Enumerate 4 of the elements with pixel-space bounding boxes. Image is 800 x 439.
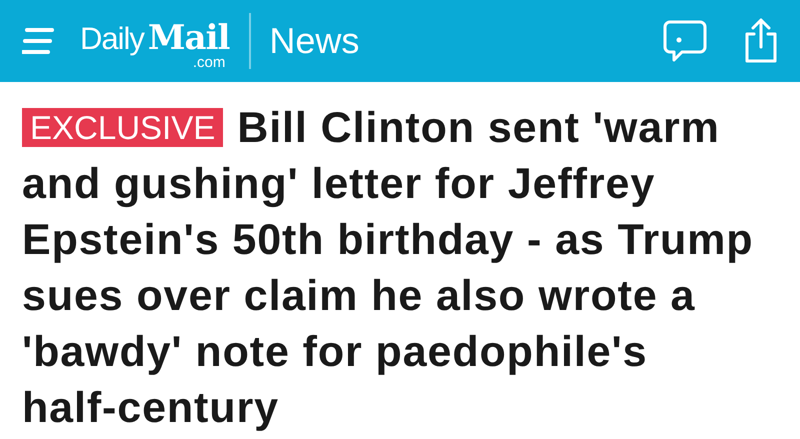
exclusive-badge: EXCLUSIVE <box>22 108 224 147</box>
section-title: News <box>269 20 360 62</box>
comment-icon[interactable] <box>662 18 708 64</box>
logo-text: Daily <box>80 20 144 56</box>
